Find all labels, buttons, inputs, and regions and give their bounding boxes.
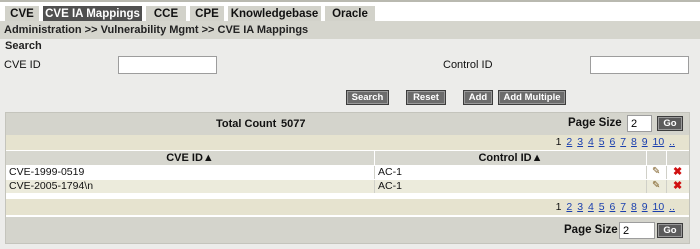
page-link-2[interactable]: 2 [566, 201, 572, 213]
page-link-3[interactable]: 3 [577, 201, 583, 213]
page-link-7[interactable]: 7 [620, 201, 626, 213]
page-link-8[interactable]: 8 [631, 201, 637, 213]
delete-cell: ✖ [667, 180, 689, 193]
search-button[interactable]: Search [346, 90, 389, 105]
control-id-cell: AC-1 [375, 166, 647, 179]
table-row: CVE-1999-0519 AC-1 ✎ ✖ [6, 166, 689, 179]
search-section-title: Search [0, 39, 700, 54]
delete-x-icon[interactable]: ✖ [673, 181, 683, 192]
tab-bar: CVE CVE IA Mappings CCE CPE Knowledgebas… [0, 0, 700, 23]
control-id-input[interactable] [590, 56, 689, 74]
column-header-cve-id[interactable]: CVE ID▲ [6, 151, 375, 165]
cve-id-input[interactable] [118, 56, 217, 74]
pagination-top: 1 2 3 4 5 6 7 8 9 10 .. [556, 136, 675, 148]
total-count-value: 5077 [281, 118, 306, 130]
add-button[interactable]: Add [463, 90, 493, 105]
breadcrumb: Administration >> Vulnerability Mgmt >> … [0, 21, 700, 39]
page-link-2[interactable]: 2 [566, 136, 572, 148]
delete-cell: ✖ [667, 166, 689, 179]
page-link-4[interactable]: 4 [588, 136, 594, 148]
reset-button[interactable]: Reset [406, 90, 446, 105]
page-link-6[interactable]: 6 [609, 136, 615, 148]
page-link-5[interactable]: 5 [599, 201, 605, 213]
pager-top: 1 2 3 4 5 6 7 8 9 10 .. [6, 135, 689, 150]
page-link-8[interactable]: 8 [631, 136, 637, 148]
page-current: 1 [555, 201, 562, 213]
page-size-label-top: Page Size [568, 117, 622, 129]
control-id-cell: AC-1 [375, 180, 647, 193]
page-link-4[interactable]: 4 [588, 201, 594, 213]
page-link-6[interactable]: 6 [609, 201, 615, 213]
go-button-bottom[interactable]: Go [657, 223, 683, 238]
page-link-more[interactable]: .. [669, 136, 675, 148]
control-id-label: Control ID [443, 59, 493, 71]
cve-id-label: CVE ID [4, 59, 41, 71]
delete-x-icon[interactable]: ✖ [673, 167, 683, 178]
results-summary-bar: Total Count 5077 Page Size Go [6, 113, 689, 135]
results-footer-bar: Page Size Go [6, 217, 689, 243]
page-link-5[interactable]: 5 [599, 136, 605, 148]
page-link-9[interactable]: 9 [642, 136, 648, 148]
table-row: CVE-2005-1794\n AC-1 ✎ ✖ [6, 180, 689, 193]
column-header-edit [647, 151, 667, 165]
go-button-top[interactable]: Go [657, 116, 683, 131]
page-current: 1 [555, 136, 562, 148]
column-header-delete [667, 151, 689, 165]
page-link-7[interactable]: 7 [620, 136, 626, 148]
page-size-label-bottom: Page Size [564, 224, 618, 236]
results-grid: Total Count 5077 Page Size Go 1 2 3 4 5 … [5, 112, 690, 244]
pagination-bottom: 1 2 3 4 5 6 7 8 9 10 .. [556, 201, 675, 213]
table-header: CVE ID▲ Control ID▲ [6, 151, 689, 165]
pencil-icon[interactable]: ✎ [652, 181, 662, 191]
page-link-more[interactable]: .. [669, 201, 675, 213]
column-header-control-id[interactable]: Control ID▲ [375, 151, 647, 165]
page-link-9[interactable]: 9 [642, 201, 648, 213]
edit-cell: ✎ [647, 180, 667, 193]
cve-id-cell: CVE-1999-0519 [6, 166, 375, 179]
edit-cell: ✎ [647, 166, 667, 179]
page-link-3[interactable]: 3 [577, 136, 583, 148]
pencil-icon[interactable]: ✎ [652, 167, 662, 177]
cve-id-cell: CVE-2005-1794\n [6, 180, 375, 193]
page-link-10[interactable]: 10 [653, 201, 665, 213]
page-size-input-bottom[interactable] [619, 222, 655, 239]
page-link-10[interactable]: 10 [653, 136, 665, 148]
add-multiple-button[interactable]: Add Multiple [498, 90, 566, 105]
page-size-input-top[interactable] [627, 115, 652, 132]
total-count-label: Total Count [216, 118, 277, 130]
pager-bottom: 1 2 3 4 5 6 7 8 9 10 .. [6, 199, 689, 215]
